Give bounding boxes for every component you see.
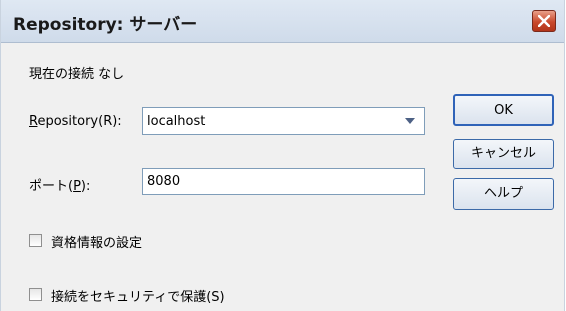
secure-connection-checkbox[interactable] [29,288,42,301]
port-value: 8080 [147,174,181,189]
repository-label: Repository(R): [29,114,122,129]
title-bar[interactable]: Repository: サーバー [1,0,564,43]
cancel-button[interactable]: キャンセル [453,139,554,169]
port-label-prefix: ポート( [29,179,74,194]
repository-label-rest: epository(R): [37,114,122,129]
repository-value: localhost [147,114,206,129]
repository-server-dialog: Repository: サーバー 現在の接続 なし Repository(R):… [0,0,565,311]
credentials-checkbox[interactable] [29,234,42,247]
secure-connection-checkbox-label[interactable]: 接続をセキュリティで保護(S) [51,286,225,305]
port-label-suffix: ): [80,179,91,194]
repository-combobox[interactable]: localhost [142,107,425,135]
port-label-mnemonic: P [73,179,81,194]
credentials-checkbox-label[interactable]: 資格情報の設定 [51,232,142,251]
port-label: ポート(P): [29,175,90,194]
connection-status: 現在の接続 なし [29,67,125,82]
help-button[interactable]: ヘルプ [453,178,554,210]
close-button[interactable] [532,10,556,32]
ok-button[interactable]: OK [453,94,554,126]
chevron-down-icon[interactable] [397,109,423,133]
window-title: Repository: サーバー [13,15,198,35]
close-icon [538,15,550,27]
port-input[interactable]: 8080 [142,168,425,195]
